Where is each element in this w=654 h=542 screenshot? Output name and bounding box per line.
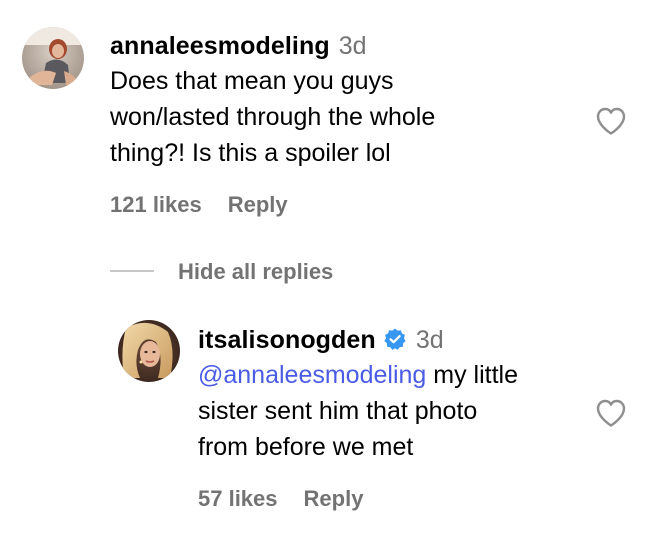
- hide-replies-button[interactable]: Hide all replies: [178, 259, 333, 285]
- reply-reply-button[interactable]: Reply: [304, 486, 364, 512]
- reply-username[interactable]: itsalisonogden: [198, 326, 376, 355]
- reply-content: itsalisonogden 3d @annaleesmodeling my l…: [198, 324, 518, 465]
- comment-timestamp[interactable]: 3d: [339, 32, 367, 61]
- comment-username[interactable]: annaleesmodeling: [110, 32, 330, 61]
- commenter-avatar[interactable]: [22, 27, 84, 89]
- reply-line: sister sent him that photo: [198, 397, 478, 425]
- comment-content: annaleesmodeling 3d Does that mean you g…: [110, 32, 435, 171]
- heart-outline-icon: [596, 107, 626, 135]
- comment-line: thing?! Is this a spoiler lol: [110, 139, 391, 167]
- comments-thread: annaleesmodeling 3d Does that mean you g…: [0, 0, 654, 542]
- verified-badge-icon: [383, 327, 407, 351]
- comment-line: won/lasted through the whole: [110, 103, 436, 131]
- reply-like-button[interactable]: [595, 398, 627, 428]
- reply-meta: 57 likes Reply: [198, 486, 363, 512]
- reply-line: from before we met: [198, 433, 414, 461]
- reply-line-text: my little: [426, 361, 518, 389]
- reply-body: @annaleesmodeling my little sister sent …: [198, 357, 518, 465]
- avatar-photo-icon: [22, 27, 84, 89]
- comment-header: annaleesmodeling 3d: [110, 32, 435, 61]
- comment-like-button[interactable]: [595, 106, 627, 136]
- replies-divider: [110, 270, 154, 272]
- mention-link[interactable]: @annaleesmodeling: [198, 361, 426, 389]
- avatar-photo-icon: [118, 320, 180, 382]
- comment-meta: 121 likes Reply: [110, 192, 288, 218]
- comment-line: Does that mean you guys: [110, 67, 394, 95]
- comment-reply-button[interactable]: Reply: [228, 192, 288, 218]
- comment-body: Does that mean you guys won/lasted throu…: [110, 63, 435, 171]
- heart-outline-icon: [596, 399, 626, 427]
- reply-likes-count[interactable]: 57 likes: [198, 486, 278, 512]
- reply-header: itsalisonogden 3d: [198, 324, 518, 355]
- reply-avatar[interactable]: [118, 320, 180, 382]
- reply-timestamp[interactable]: 3d: [416, 326, 444, 355]
- comment-likes-count[interactable]: 121 likes: [110, 192, 202, 218]
- reply-line: @annaleesmodeling my little: [198, 357, 518, 393]
